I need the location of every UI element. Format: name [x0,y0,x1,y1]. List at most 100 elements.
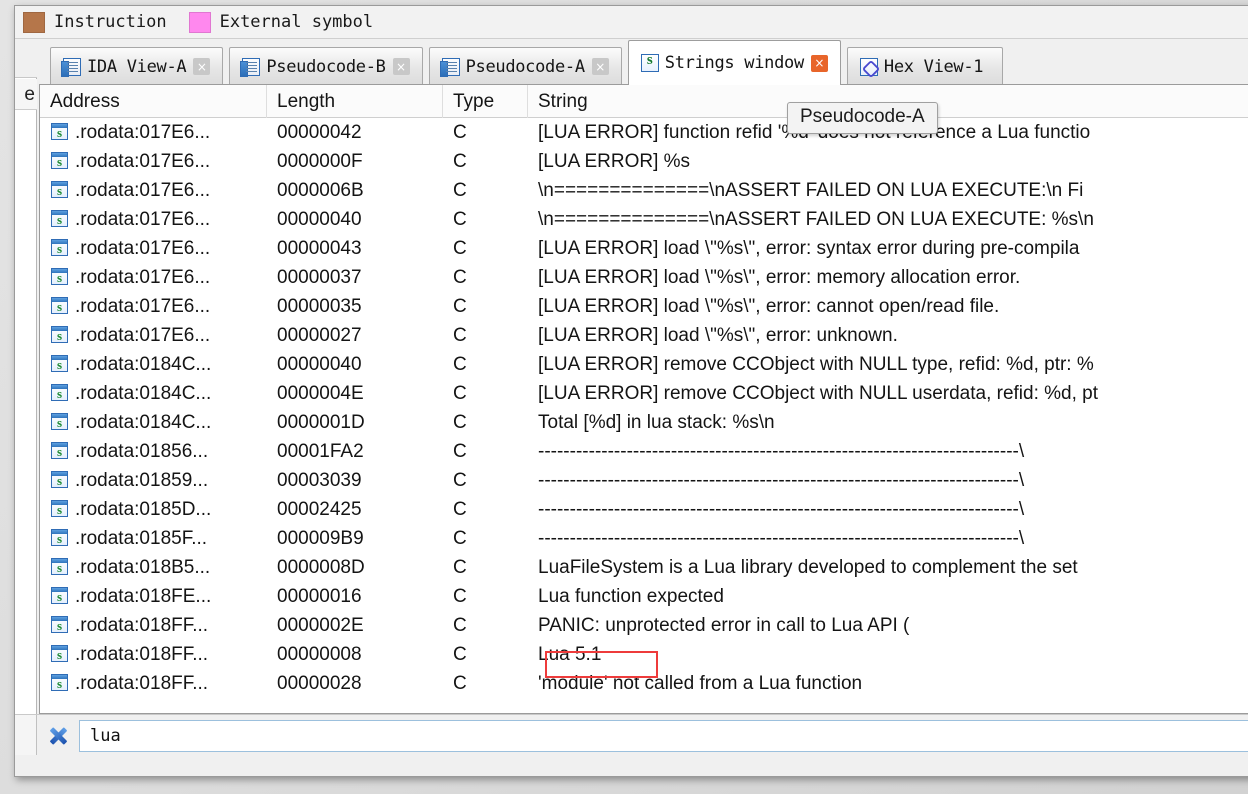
cell-length: 00002425 [277,499,362,520]
string-item-icon [51,529,68,547]
string-item-icon [51,239,68,257]
table-row[interactable]: .rodata:0184C... 00000040 C [LUA ERROR] rem… [40,350,1248,379]
tab-label: Strings window [664,53,804,73]
cell-type: C [453,238,467,259]
cell-type: C [453,325,467,346]
tab-ida-view-a[interactable]: IDA View-A × [50,47,224,85]
ida-main-window: Instruction External symbol e IDA View-A… [14,5,1248,777]
string-item-icon [51,181,68,199]
string-item-icon [51,674,68,692]
cell-string: ----------------------------------------… [538,499,1025,520]
strings-column-header-row[interactable]: Address Length Type String [40,85,1248,118]
document-icon [240,57,261,77]
table-row[interactable]: .rodata:018FE... 00000016 C Lua function ex… [40,582,1248,611]
cell-string: [LUA ERROR] load \"%s\", error: memory a… [538,267,1021,288]
string-item-icon [51,471,68,489]
instruction-color-swatch-icon [23,11,45,33]
clear-filter-icon[interactable] [47,725,69,747]
table-row[interactable]: .rodata:018FF... 00000008 C Lua 5.1 [40,640,1248,669]
tab-strings-window[interactable]: Strings window × [627,40,841,85]
string-item-icon [51,442,68,460]
cell-type: C [453,528,467,549]
external-symbol-color-swatch-icon [188,11,211,33]
address-text: .rodata:0185D... [75,499,212,520]
cell-address: .rodata:0184C... [40,408,267,437]
tab-close-button[interactable]: × [392,58,410,75]
column-header-length[interactable]: Length [267,85,443,118]
table-row[interactable]: .rodata:018FF... 0000002E C PANIC: unprotec… [40,611,1248,640]
cell-type: C [453,499,467,520]
cell-string: ----------------------------------------… [538,441,1025,462]
string-item-icon [51,152,68,170]
cell-length: 0000000F [277,151,363,172]
address-text: .rodata:017E6... [75,151,211,172]
table-row[interactable]: .rodata:017E6...00000042C[LUA ERROR] fun… [40,118,1248,147]
table-row[interactable]: .rodata:01856... 00001FA2 C ---------------… [40,437,1248,466]
cell-string: [LUA ERROR] %s [538,151,691,172]
address-text: .rodata:018FF... [75,615,209,636]
address-text: .rodata:0184C... [75,383,212,404]
tab-close-button[interactable]: × [193,58,211,75]
cell-type: C [453,673,467,694]
string-item-icon [51,210,68,228]
tab-close-button[interactable]: × [591,58,609,75]
address-text: .rodata:0184C... [75,412,212,433]
cell-length: 00000042 [277,122,362,143]
table-row[interactable]: .rodata:018FF... 00000028 C 'module' not ca… [40,669,1248,698]
address-text: .rodata:017E6... [75,209,211,230]
cell-string: Lua function expected [538,586,724,607]
screenshot-root: Instruction External symbol e IDA View-A… [0,0,1248,794]
cell-length: 00000008 [277,644,362,665]
cell-string: [LUA ERROR] load \"%s\", error: syntax e… [538,238,1080,259]
table-row[interactable]: .rodata:0185F... 000009B9 C ---------------… [40,524,1248,553]
table-row[interactable]: .rodata:0184C... 0000001D C Total [%d] in l… [40,408,1248,437]
cell-type: C [453,441,467,462]
tab-label: Hex View-1 [883,56,984,77]
strings-table-body: .rodata:017E6...00000042C[LUA ERROR] fun… [40,118,1248,698]
column-header-type[interactable]: Type [443,85,528,118]
cell-address: .rodata:01856... [40,437,267,466]
tab-label: Pseudocode-A [465,56,586,77]
address-text: .rodata:018FF... [75,673,209,694]
tab-pseudocode-a[interactable]: Pseudocode-A × [428,47,622,85]
cell-length: 00001FA2 [277,441,364,462]
cell-string: Lua 5.1 [538,644,602,665]
cell-type: C [453,209,467,230]
cell-address: .rodata:017E6... [40,234,267,263]
table-row[interactable]: .rodata:017E6... 0000000F C [LUA ERROR] %s [40,147,1248,176]
bottom-filter-bar [15,714,1248,776]
table-row[interactable]: .rodata:0185D... 00002425 C ---------------… [40,495,1248,524]
address-text: .rodata:0185F... [75,528,208,549]
string-item-icon [51,645,68,663]
cell-length: 00000035 [277,296,362,317]
tab-tooltip: Pseudocode-A [787,102,938,134]
table-row[interactable]: .rodata:0184C... 0000004E C [LUA ERROR] rem… [40,379,1248,408]
string-item-icon [51,558,68,576]
cell-type: C [453,122,467,143]
column-header-address[interactable]: Address [40,85,267,118]
cell-length: 0000008D [277,557,365,578]
cell-type: C [453,557,467,578]
table-row[interactable]: .rodata:017E6... 00000037 C [LUA ERROR] loa… [40,263,1248,292]
table-row[interactable]: .rodata:017E6... 0000006B C \n=============… [40,176,1248,205]
tab-hex-view-1[interactable]: Hex View-1 [846,47,1004,85]
table-row[interactable]: .rodata:017E6... 00000035 C [LUA ERROR] loa… [40,292,1248,321]
cell-address: .rodata:018FF... [40,640,267,669]
table-row[interactable]: .rodata:017E6... 00000043 C [LUA ERROR] loa… [40,234,1248,263]
table-row[interactable]: .rodata:017E6... 00000040 C \n=============… [40,205,1248,234]
strings-window-panel: Address Length Type String .rodata:017E6… [39,84,1248,717]
left-sliver-column-header: e [15,79,37,110]
address-text: .rodata:017E6... [75,180,211,201]
cell-length: 00000043 [277,238,362,259]
cell-string: [LUA ERROR] load \"%s\", error: unknown. [538,325,898,346]
table-row[interactable]: .rodata:017E6... 00000027 C [LUA ERROR] loa… [40,321,1248,350]
string-item-icon [51,268,68,286]
cell-string: \n==============\nASSERT FAILED ON LUA E… [538,180,1084,201]
cell-address: .rodata:018B5... [40,553,267,582]
search-input[interactable] [79,720,1248,752]
tab-close-button[interactable]: × [810,54,828,72]
table-row[interactable]: .rodata:01859... 00003039 C ---------------… [40,466,1248,495]
table-row[interactable]: .rodata:018B5... 0000008D C LuaFileSystem i… [40,553,1248,582]
tab-pseudocode-b[interactable]: Pseudocode-B × [229,47,423,85]
view-tabstrip[interactable]: IDA View-A × Pseudocode-B × Pseudocode-A… [37,39,1248,85]
